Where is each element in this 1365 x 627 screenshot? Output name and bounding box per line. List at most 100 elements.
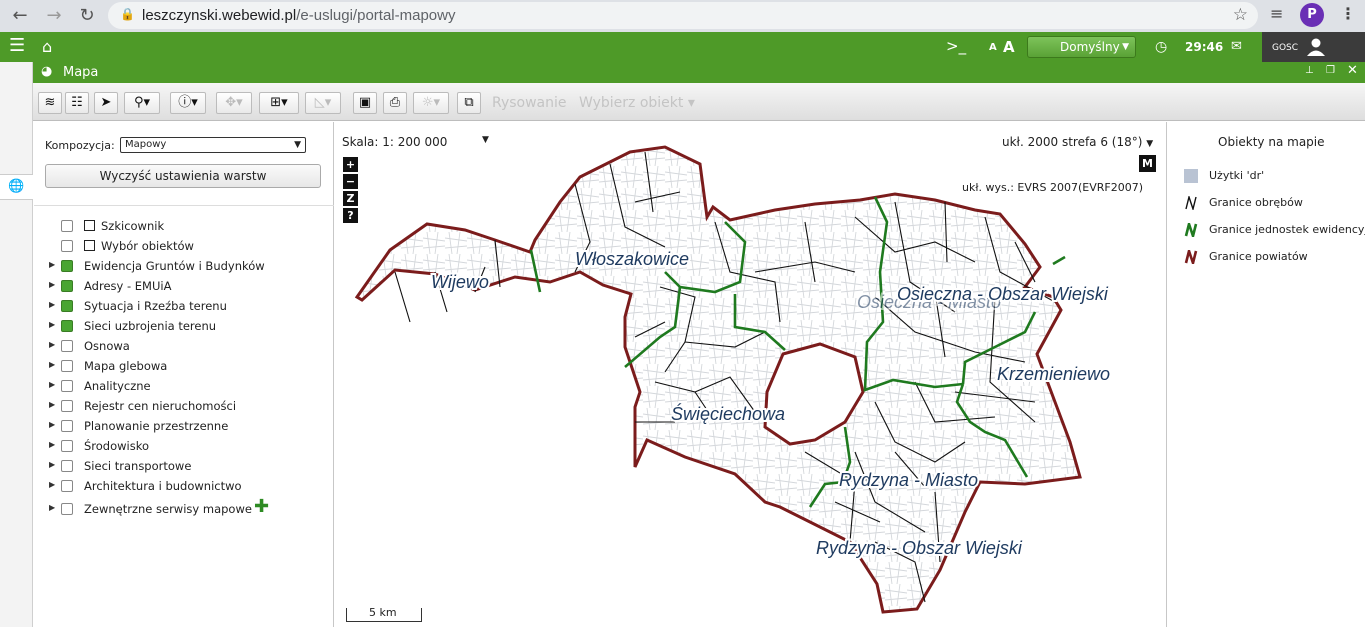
layer-checkbox[interactable]	[61, 503, 73, 515]
layer-item[interactable]: Szkicownik	[34, 217, 334, 235]
forward-icon[interactable]: →	[42, 4, 66, 28]
map-mode-button[interactable]: M	[1139, 155, 1156, 172]
composition-label: Kompozycja:	[45, 139, 115, 152]
expand-arrow-icon[interactable]: ▶	[49, 400, 55, 409]
pin-icon[interactable]: ⊥	[1305, 65, 1314, 76]
print-icon[interactable]: ⎙	[383, 92, 407, 114]
layer-checkbox[interactable]	[61, 420, 73, 432]
mail-icon[interactable]: ✉	[1231, 39, 1242, 54]
layer-checkbox[interactable]	[61, 280, 73, 292]
layer-item[interactable]: ▶ Architektura i budownictwo	[34, 477, 334, 495]
expand-arrow-icon[interactable]: ▶	[49, 380, 55, 389]
menu-kebab-icon[interactable]: ⋮	[1340, 4, 1356, 23]
layer-checkbox[interactable]	[61, 360, 73, 372]
layer-item[interactable]: ▶ Analityczne	[34, 377, 334, 395]
layer-checkbox[interactable]	[61, 260, 73, 272]
layer-checkbox[interactable]	[61, 460, 73, 472]
layer-label: Architektura i budownictwo	[84, 479, 242, 493]
expand-arrow-icon[interactable]: ▶	[49, 420, 55, 429]
layer-checkbox[interactable]	[61, 340, 73, 352]
layer-checkbox[interactable]	[61, 240, 73, 252]
help-button[interactable]: ?	[343, 208, 358, 223]
hamburger-menu-icon[interactable]: ☰	[9, 35, 25, 56]
layer-item[interactable]: Wybór obiektów	[34, 237, 334, 255]
layer-checkbox[interactable]	[61, 320, 73, 332]
layer-label: Sytuacja i Rzeźba terenu	[84, 299, 227, 313]
layer-checkbox[interactable]	[61, 440, 73, 452]
layer-item[interactable]: ▶ Sieci transportowe	[34, 457, 334, 475]
composition-select[interactable]: Mapowy ▼	[120, 137, 306, 153]
expand-arrow-icon[interactable]: ▶	[49, 503, 55, 512]
image-icon[interactable]: ▣	[353, 92, 377, 114]
select-object-button[interactable]: Wybierz obiekt ▾	[579, 95, 695, 111]
legend-label: Granice obrębów	[1209, 196, 1303, 209]
layer-item[interactable]: ▶ Sieci uzbrojenia terenu	[34, 317, 334, 335]
layer-checkbox[interactable]	[61, 400, 73, 412]
angle-tool-icon[interactable]: ◺▾	[305, 92, 341, 114]
layer-item[interactable]: ▶ Rejestr cen nieruchomości	[34, 397, 334, 415]
select-boxes-icon[interactable]: ⧉	[457, 92, 481, 114]
drawing-button[interactable]: Rysowanie	[492, 95, 567, 111]
layer-label: Planowanie przestrzenne	[84, 419, 229, 433]
map-canvas[interactable]: Wijewo Włoszakowice Osieczna - Miasto Os…	[335, 122, 1165, 627]
layer-checkbox[interactable]	[61, 480, 73, 492]
expand-arrow-icon[interactable]: ▶	[49, 300, 55, 309]
back-icon[interactable]: ←	[8, 4, 32, 28]
home-icon[interactable]: ⌂	[42, 37, 52, 56]
place-label-osieczna-obszar: Osieczna - Obszar Wiejski	[897, 284, 1109, 304]
sketch-tool-icon[interactable]: ☼▾	[413, 92, 449, 114]
profile-avatar[interactable]: P	[1300, 3, 1324, 27]
layers-icon[interactable]: ≋	[38, 92, 62, 114]
zoom-tool-icon[interactable]: ⚲▾	[124, 92, 160, 114]
expand-arrow-icon[interactable]: ▶	[49, 320, 55, 329]
layer-checkbox[interactable]	[61, 220, 73, 232]
clear-layer-settings-button[interactable]: Wyczyść ustawienia warstw	[45, 164, 321, 188]
expand-arrow-icon[interactable]: ▶	[49, 260, 55, 269]
measure-tool-icon[interactable]: ⊞▾	[259, 92, 299, 114]
navigation-tool-icon[interactable]: ✥▾	[216, 92, 252, 114]
close-icon[interactable]: ✕	[1347, 63, 1358, 78]
user-menu[interactable]: GOSC	[1262, 32, 1365, 62]
add-service-icon[interactable]: ✚	[254, 496, 269, 517]
layer-checkbox[interactable]	[61, 300, 73, 312]
layer-item[interactable]: ▶ Planowanie przestrzenne	[34, 417, 334, 435]
zoom-in-button[interactable]: +	[343, 157, 358, 172]
layer-item[interactable]: ▶ Środowisko	[34, 437, 334, 455]
info-tool-icon[interactable]: ⓘ▾	[170, 92, 206, 114]
layer-item[interactable]: ▶ Osnowa	[34, 337, 334, 355]
reading-list-icon[interactable]: ≡	[1270, 4, 1283, 23]
expand-arrow-icon[interactable]: ▶	[49, 340, 55, 349]
layer-item[interactable]: ▶ Zewnętrzne serwisy mapowe ✚	[34, 496, 334, 518]
layer-item[interactable]: ▶ Sytuacja i Rzeźba terenu	[34, 297, 334, 315]
scale-dropdown-arrow-icon[interactable]: ▼	[482, 135, 489, 145]
layer-item[interactable]: ▶ Mapa glebowa	[34, 357, 334, 375]
expand-arrow-icon[interactable]: ▶	[49, 460, 55, 469]
zoom-extent-button[interactable]: Z	[343, 191, 358, 206]
scale-bar-label: 5 km	[369, 606, 397, 619]
crs-selector[interactable]: ukł. 2000 strefa 6 (18°) ▼	[1002, 135, 1153, 149]
reload-icon[interactable]: ↻	[75, 4, 99, 28]
expand-arrow-icon[interactable]: ▶	[49, 280, 55, 289]
zoom-out-button[interactable]: −	[343, 174, 358, 189]
legend-line-icon	[1185, 196, 1197, 210]
restore-icon[interactable]: ❐	[1326, 65, 1335, 76]
console-icon[interactable]: >_	[946, 37, 966, 55]
crs-dropdown-arrow-icon[interactable]: ▼	[1146, 139, 1153, 149]
map-view[interactable]: Wijewo Włoszakowice Osieczna - Miasto Os…	[335, 122, 1165, 627]
expand-arrow-icon[interactable]: ▶	[49, 360, 55, 369]
expand-arrow-icon[interactable]: ▶	[49, 440, 55, 449]
address-bar[interactable]: 🔒 leszczynski.webewid.pl/e-uslugi/portal…	[108, 2, 1258, 29]
globe-icon[interactable]: 🌐	[0, 174, 33, 200]
expand-arrow-icon[interactable]: ▶	[49, 480, 55, 489]
pointer-icon[interactable]: ➤	[94, 92, 118, 114]
scale-display[interactable]: Skala: 1: 200 000 ▼	[342, 135, 489, 149]
layer-item[interactable]: ▶ Adresy - EMUiA	[34, 277, 334, 295]
layer-label: Wybór obiektów	[101, 239, 194, 253]
bookmark-star-icon[interactable]: ☆	[1233, 5, 1248, 25]
font-decrease-button[interactable]: A	[989, 42, 997, 53]
font-increase-button[interactable]: A	[1003, 38, 1015, 56]
list-icon[interactable]: ☷	[65, 92, 89, 114]
layer-checkbox[interactable]	[61, 380, 73, 392]
layer-item[interactable]: ▶ Ewidencja Gruntów i Budynków	[34, 257, 334, 275]
composition-dropdown[interactable]: Domyślny ▼	[1027, 36, 1136, 58]
